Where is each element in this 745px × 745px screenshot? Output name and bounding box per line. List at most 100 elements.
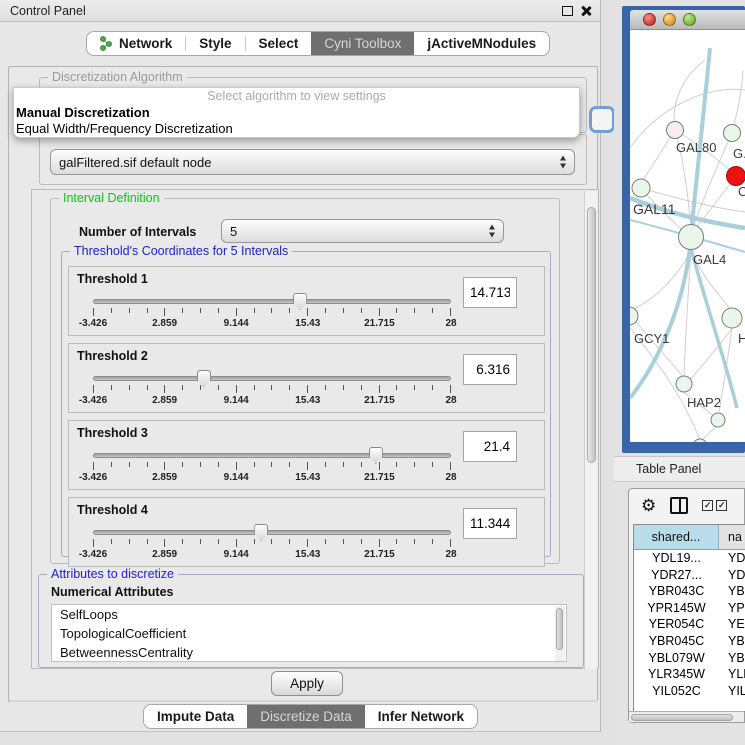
zoom-traffic-light-icon[interactable]	[683, 13, 696, 26]
table-row[interactable]: YIL052CYIL0	[634, 683, 745, 700]
gear-icon[interactable]: ⚙	[641, 497, 656, 514]
cell-shared-name[interactable]: YIL052C	[634, 683, 719, 700]
cell-name[interactable]: YER0	[719, 616, 745, 633]
slider-track[interactable]	[93, 453, 451, 458]
threshold-value-field[interactable]	[463, 354, 517, 385]
numerical-attributes-label: Numerical Attributes	[51, 585, 173, 599]
network-icon	[100, 36, 112, 51]
cell-shared-name[interactable]: YBL079W	[634, 650, 719, 667]
threshold-slider[interactable]: -3.4262.8599.14415.4321.71528	[93, 447, 451, 487]
network-canvas[interactable]: GAL80 G. C GAL11 GAL4 GCY1 H HAP2	[630, 30, 745, 442]
node-gal80[interactable]	[667, 122, 684, 139]
close-traffic-light-icon[interactable]	[643, 13, 656, 26]
table-hscrollbar-thumb[interactable]	[631, 714, 733, 721]
threshold-slider[interactable]: -3.4262.8599.14415.4321.71528	[93, 293, 451, 333]
attribute-list-item[interactable]: SelfLoops	[52, 605, 566, 624]
panel-scrollbar[interactable]	[584, 191, 597, 669]
table-row[interactable]: YBL079WYBL0	[634, 650, 745, 667]
minimize-traffic-light-icon[interactable]	[663, 13, 676, 26]
threshold-label: Threshold 2	[77, 349, 148, 363]
table-row[interactable]: YLR345WYLR3	[634, 666, 745, 683]
cell-name[interactable]: YDR2	[719, 567, 745, 584]
node-hap2[interactable]	[676, 376, 692, 392]
node-bottom[interactable]	[711, 413, 725, 427]
cell-shared-name[interactable]: YLR345W	[634, 666, 719, 683]
number-of-intervals-label: Number of Intervals	[79, 225, 196, 239]
table-row[interactable]: YDL19...YDL1	[634, 550, 745, 567]
node-h[interactable]	[722, 308, 742, 328]
table-row[interactable]: YDR27...YDR2	[634, 567, 745, 584]
table-panel-title: Table Panel	[636, 462, 701, 476]
threshold-panel: Threshold 3 -3.4262.8599.14415.4321.7152…	[68, 420, 545, 490]
cell-name[interactable]: YBR0	[719, 583, 745, 600]
node-label-gcy1: GCY1	[634, 331, 669, 346]
threshold-value-field[interactable]	[463, 431, 517, 462]
close-icon[interactable]	[580, 5, 592, 17]
network-view-window[interactable]: GAL80 G. C GAL11 GAL4 GCY1 H HAP2	[622, 6, 745, 453]
cell-name[interactable]: YLR3	[719, 666, 745, 683]
numerical-attributes-list[interactable]: SelfLoopsTopologicalCoefficientBetweenne…	[51, 604, 567, 662]
float-window-icon[interactable]	[562, 6, 573, 16]
tick-label: 9.144	[224, 318, 249, 329]
tick-label: -3.426	[79, 549, 107, 560]
algorithm-combobox[interactable]	[589, 106, 615, 133]
table-row[interactable]: YER054CYER0	[634, 616, 745, 633]
dropdown-option-manual[interactable]: Manual Discretization	[14, 105, 579, 121]
slider-track[interactable]	[93, 376, 451, 381]
table-row[interactable]: YBR045CYBR0	[634, 633, 745, 650]
discretization-algorithm-title: Discretization Algorithm	[48, 70, 187, 84]
threshold-value-field[interactable]	[463, 508, 517, 539]
threshold-slider[interactable]: -3.4262.8599.14415.4321.71528	[93, 524, 451, 564]
tab-discretize-data[interactable]: Discretize Data	[247, 705, 365, 728]
cell-name[interactable]: YBL0	[719, 650, 745, 667]
table-hscrollbar[interactable]	[629, 711, 744, 722]
table-data-combobox[interactable]: galFiltered.sif default node	[50, 149, 575, 175]
tab-cyni-toolbox[interactable]: Cyni Toolbox	[311, 32, 414, 55]
node-gal4[interactable]	[679, 225, 704, 250]
tab-select[interactable]: Select	[246, 32, 312, 55]
attribute-list-item[interactable]: TopologicalCoefficient	[52, 624, 566, 643]
cell-name[interactable]: YDL1	[719, 550, 745, 567]
apply-button[interactable]: Apply	[271, 671, 343, 696]
column-header-name[interactable]: na	[719, 525, 745, 549]
attribute-list-item[interactable]: BetweennessCentrality	[52, 643, 566, 662]
cell-name[interactable]: YIL0	[719, 683, 745, 700]
cell-shared-name[interactable]: YBR045C	[634, 633, 719, 650]
checkbox-icon[interactable]: ✓	[702, 500, 713, 511]
column-header-shared[interactable]: shared...	[634, 525, 719, 549]
cell-name[interactable]: YBR0	[719, 633, 745, 650]
threshold-slider[interactable]: -3.4262.8599.14415.4321.71528	[93, 370, 451, 410]
cell-name[interactable]: YPR1	[719, 600, 745, 617]
panel-scrollbar-thumb[interactable]	[587, 207, 596, 463]
cell-shared-name[interactable]: YDL19...	[634, 550, 719, 567]
node-red[interactable]	[727, 167, 745, 186]
node-top-right[interactable]	[724, 125, 741, 142]
table-row[interactable]: YPR145WYPR1	[634, 600, 745, 617]
tick-label: 15.43	[295, 472, 320, 483]
checkbox-icon[interactable]: ✓	[716, 500, 727, 511]
right-column: GAL80 G. C GAL11 GAL4 GCY1 H HAP2 Table …	[614, 0, 745, 745]
tab-impute-data[interactable]: Impute Data	[144, 705, 247, 728]
node-bottom-2[interactable]	[693, 439, 707, 442]
tab-network[interactable]: Network	[87, 32, 185, 55]
cell-shared-name[interactable]: YER054C	[634, 616, 719, 633]
cell-shared-name[interactable]: YBR043C	[634, 583, 719, 600]
columns-icon[interactable]	[670, 497, 688, 514]
tab-style[interactable]: Style	[186, 32, 244, 55]
table-row[interactable]: YBR043CYBR0	[634, 583, 745, 600]
tab-infer-network[interactable]: Infer Network	[365, 705, 477, 728]
tick-label: 21.715	[364, 549, 395, 560]
number-of-intervals-combobox[interactable]: 5	[221, 219, 504, 243]
cell-shared-name[interactable]: YDR27...	[634, 567, 719, 584]
tab-jactivemnodules[interactable]: jActiveMNodules	[414, 32, 549, 55]
list-scrollbar[interactable]	[555, 606, 565, 662]
dropdown-option-equal-width[interactable]: Equal Width/Frequency Discretization	[14, 121, 579, 137]
node-gal11[interactable]	[632, 179, 650, 197]
slider-track[interactable]	[93, 530, 451, 535]
tick-label: 15.43	[295, 549, 320, 560]
cell-shared-name[interactable]: YPR145W	[634, 600, 719, 617]
node-label-gal11: GAL11	[633, 201, 676, 217]
tab-label: Select	[259, 36, 299, 51]
slider-track[interactable]	[93, 299, 451, 304]
threshold-value-field[interactable]	[463, 277, 517, 308]
